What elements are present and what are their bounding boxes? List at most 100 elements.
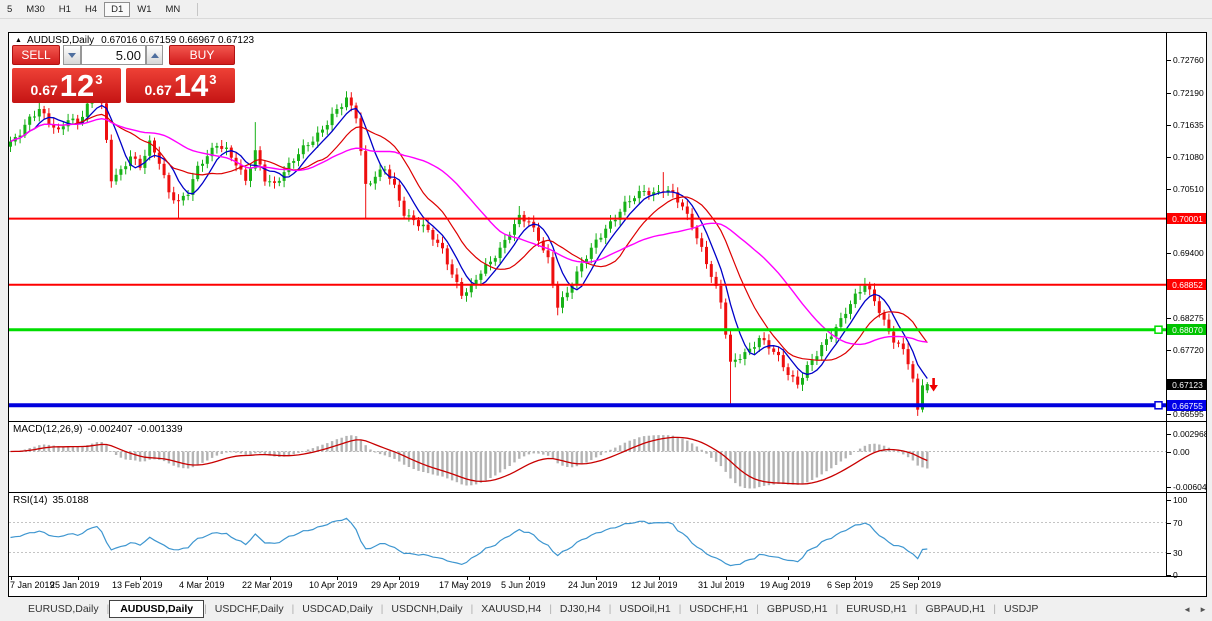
price-axis-label-tick [1166,157,1171,158]
price-axis-label-tick [1166,125,1171,126]
macd-main-value: -0.002407 [87,424,132,435]
tab-scroll-left-icon[interactable]: ◄ [1183,605,1191,614]
buy-button[interactable]: BUY [169,45,235,65]
toolbar-divider [197,3,198,16]
price-axis-label: 0.72190 [1173,88,1204,98]
rsi-axis-label: 70 [1173,518,1182,528]
chart-tab-usdchf-h1[interactable]: USDCHF,H1 [681,600,756,618]
time-axis-label: 17 May 2019 [439,580,491,590]
moving-average-line [11,114,928,360]
macd-label: MACD(12,26,9)-0.002407-0.001339 [13,424,188,435]
sell-price-point: 3 [95,72,102,87]
bottom-tab-bar: EURUSD,Daily|AUDUSD,Daily|USDCHF,Daily|U… [0,597,1212,621]
buy-price-button[interactable]: 0.67143 [126,68,235,103]
macd-axis-label: -0.006047 [1173,482,1207,492]
time-axis-label: 12 Jul 2019 [631,580,678,590]
price-axis-border [1166,33,1167,576]
rsi-axis-label-tick [1166,575,1171,576]
time-axis-label: 7 Jan 2019 [10,580,55,590]
chart-tab-xauusd-h4[interactable]: XAUUSD,H4 [473,600,549,618]
sell-price-prefix: 0.67 [31,82,58,98]
chart-tab-usdcnh-daily[interactable]: USDCNH,Daily [383,600,470,618]
tab-scroll-buttons: ◄ ► [1181,597,1209,621]
rsi-axis-label-tick [1166,523,1171,524]
buy-price-pips: 14 [174,70,208,101]
macd-signal-value: -0.001339 [138,424,183,435]
timeframe-button-5[interactable]: 5 [0,3,19,16]
rsi-axis-label: 100 [1173,495,1187,505]
chart-tab-usdoil-h1[interactable]: USDOil,H1 [611,600,678,618]
chart-tab-usdcad-daily[interactable]: USDCAD,Daily [294,600,381,618]
price-axis-label-tick [1166,253,1171,254]
price-badge-0.67123: 0.67123 [1167,379,1207,390]
timeframe-button-MN[interactable]: MN [159,3,188,16]
timeframe-button-M30[interactable]: M30 [19,3,51,16]
volume-increase-button[interactable] [146,45,163,65]
macd-signal-line [11,437,928,484]
time-axis-label: 29 Apr 2019 [371,580,420,590]
rsi-value: 35.0188 [52,495,88,506]
tab-scroll-right-icon[interactable]: ► [1199,605,1207,614]
chart-tab-usdchf-daily[interactable]: USDCHF,Daily [207,600,292,618]
rsi-axis-label-tick [1166,500,1171,501]
sell-arrow-marker [929,378,938,392]
chart-tab-usdjp[interactable]: USDJP [996,600,1046,618]
timeframe-button-D1[interactable]: D1 [104,2,130,17]
price-badge-0.68070: 0.68070 [1167,324,1207,335]
price-axis-label: 0.72760 [1173,55,1204,65]
timeframe-button-W1[interactable]: W1 [130,3,158,16]
rsi-label: RSI(14)35.0188 [13,495,94,506]
chart-tab-eurusd-daily[interactable]: EURUSD,Daily [20,600,107,618]
panel-divider [9,576,1206,577]
time-axis-label: 19 Aug 2019 [760,580,811,590]
timeframe-button-H4[interactable]: H4 [78,3,104,16]
sell-price-pips: 12 [60,70,94,101]
macd-axis-label-tick [1166,487,1171,488]
volume-input[interactable] [81,45,146,65]
price-badge-0.70001: 0.70001 [1167,213,1207,224]
rsi-chart[interactable] [9,493,1166,576]
timeframe-button-H1[interactable]: H1 [52,3,78,16]
time-axis-label: 24 Jun 2019 [568,580,618,590]
price-badge-0.68852: 0.68852 [1167,279,1207,290]
price-axis-label: 0.69400 [1173,248,1204,258]
arrow-up-icon [151,53,159,58]
sell-price-button[interactable]: 0.67123 [12,68,121,103]
macd-axis-label-tick [1166,452,1171,453]
price-axis-label-tick [1166,414,1171,415]
chart-tab-eurusd-h1[interactable]: EURUSD,H1 [838,600,915,618]
chart-tab-gbpusd-h1[interactable]: GBPUSD,H1 [759,600,836,618]
panel-divider[interactable] [9,421,1206,422]
rsi-line [11,518,928,565]
line-handle[interactable] [1155,326,1162,333]
price-axis-label: 0.67720 [1173,345,1204,355]
sell-button[interactable]: SELL [12,45,60,65]
rsi-axis-label: 30 [1173,548,1182,558]
price-axis-label: 0.71635 [1173,120,1204,130]
macd-axis-label: 0.00 [1173,447,1190,457]
rsi-axis-label-tick [1166,553,1171,554]
line-handle[interactable] [1155,402,1162,409]
time-axis-label: 13 Feb 2019 [112,580,163,590]
chart-tab-gbpaud-h1[interactable]: GBPAUD,H1 [917,600,993,618]
volume-decrease-button[interactable] [63,45,81,65]
time-axis-label: 10 Apr 2019 [309,580,358,590]
panel-divider[interactable] [9,492,1206,493]
price-axis-label: 0.70510 [1173,184,1204,194]
macd-axis-label-tick [1166,434,1171,435]
price-badge-0.66755: 0.66755 [1167,400,1207,411]
buy-price-point: 3 [209,72,216,87]
collapse-icon[interactable]: ▲ [15,37,22,44]
rsi-axis-label: 0 [1173,570,1178,580]
price-axis-label: 0.68275 [1173,313,1204,323]
price-axis-label-tick [1166,350,1171,351]
price-axis-label-tick [1166,60,1171,61]
chart-tab-audusd-daily[interactable]: AUDUSD,Daily [109,600,204,618]
timeframe-toolbar: 5M30H1H4D1W1MN [0,0,1212,19]
time-axis-label: 25 Sep 2019 [890,580,941,590]
chart-tab-dj30-h4[interactable]: DJ30,H4 [552,600,609,618]
time-axis-label: 4 Mar 2019 [179,580,225,590]
moving-average-line [11,106,928,379]
time-axis-label: 22 Mar 2019 [242,580,293,590]
time-axis-label: 25 Jan 2019 [50,580,100,590]
